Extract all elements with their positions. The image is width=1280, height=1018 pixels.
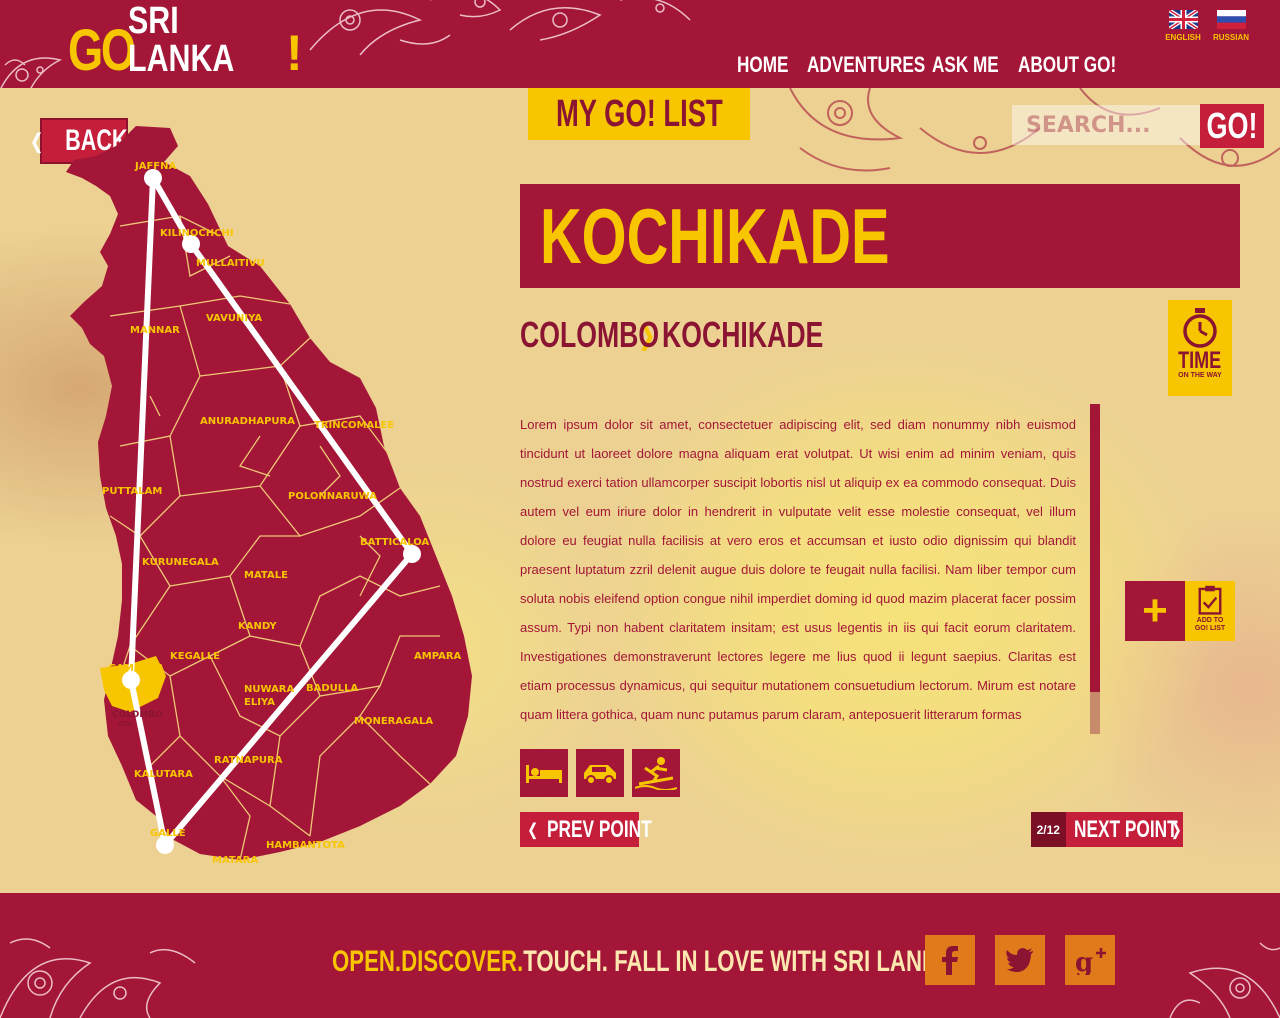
- nav-home[interactable]: HOME: [737, 52, 792, 78]
- region-label: GO!: [118, 720, 133, 728]
- region-label: RATNAPURA: [214, 755, 283, 766]
- add-list-label: ADD TO GO! LIST: [1194, 617, 1226, 632]
- language-switcher: ENGLISH RUSSIAN: [1165, 10, 1250, 42]
- nav-adventures[interactable]: ADVENTURES: [807, 52, 925, 78]
- search-button[interactable]: GO!: [1200, 104, 1264, 148]
- twitter-icon[interactable]: [995, 935, 1045, 985]
- time-label: TIME: [1178, 347, 1222, 374]
- region-label: NUWARA: [244, 684, 295, 695]
- my-go-list-button[interactable]: MY GO! LIST: [528, 88, 750, 140]
- breadcrumb: COLOMBO ❭ KOCHIKADE: [520, 314, 824, 356]
- main-nav: HOME ADVENTURES ASK ME ABOUT GO!: [737, 52, 1116, 78]
- clipboard-icon: [1198, 585, 1222, 615]
- region-label: AMPARA: [414, 651, 462, 662]
- region-label: MANNAR: [130, 325, 180, 336]
- region-label: GALLE: [150, 828, 186, 839]
- main-content: ❬ BACK JAFFNA KILINOCHCHI MULLAITIVU MAN…: [0, 88, 1280, 893]
- prev-point-label: PREV POINT: [547, 815, 653, 843]
- region-label: BADULLA: [306, 683, 359, 694]
- region-label: BATTICALOA: [360, 537, 430, 548]
- site-footer: OPEN. DISCOVER. TOUCH. FALL IN LOVE WITH…: [0, 893, 1280, 1018]
- description-scrollbar[interactable]: [1090, 404, 1100, 734]
- plus-icon: +: [1125, 581, 1185, 641]
- amenities: [520, 749, 680, 797]
- stopwatch-icon: [1183, 308, 1217, 348]
- sri-lanka-map[interactable]: JAFFNA KILINOCHCHI MULLAITIVU MANNAR VAV…: [60, 116, 480, 876]
- region-label: COLOMBO: [112, 710, 163, 720]
- region-label: HAMBANTOTA: [266, 840, 345, 851]
- place-description: Lorem ipsum dolor sit amet, consectetuer…: [520, 417, 1076, 722]
- lang-label: ENGLISH: [1165, 33, 1201, 42]
- region-label: KEGALLE: [170, 651, 220, 662]
- my-go-list-label: MY GO! LIST: [556, 92, 723, 135]
- site-header: GO SRI LANKA ! ENGLISH RUSSIAN HOME ADVE…: [0, 0, 1280, 88]
- chevron-left-icon: ❬: [28, 130, 46, 153]
- time-on-the-way-button[interactable]: TIME ON THE WAY: [1168, 300, 1232, 396]
- search-button-label: GO!: [1206, 105, 1258, 146]
- nav-about[interactable]: ABOUT GO!: [1018, 52, 1116, 78]
- lang-russian[interactable]: RUSSIAN: [1213, 10, 1250, 42]
- logo-name: SRI LANKA: [128, 0, 235, 80]
- region-label: ANURADHAPURA: [200, 416, 295, 427]
- next-point-label: NEXT POINT: [1073, 815, 1178, 843]
- region-label: MULLAITIVU: [196, 258, 265, 269]
- site-logo[interactable]: GO SRI LANKA !: [68, 2, 303, 83]
- google-plus-icon[interactable]: g: [1065, 935, 1115, 985]
- region-label: MATARA: [212, 855, 258, 866]
- region-label: PUTTALAM: [102, 486, 162, 497]
- svg-text:g: g: [1075, 948, 1093, 975]
- tagline-part: TOUCH. FALL IN LOVE WITH SRI LANKA: [523, 945, 955, 978]
- region-label: POLONNARUWA: [288, 491, 377, 502]
- chevron-left-icon: ❬: [526, 821, 540, 839]
- lang-english[interactable]: ENGLISH: [1165, 10, 1201, 42]
- region-label: KILINOCHCHI: [160, 228, 234, 239]
- add-to-go-list-button[interactable]: + ADD TO GO! LIST: [1125, 581, 1235, 641]
- surf-icon[interactable]: [632, 749, 680, 797]
- scrollbar-thumb[interactable]: [1090, 692, 1100, 734]
- car-icon[interactable]: [576, 749, 624, 797]
- next-point-button[interactable]: 2/12 NEXT POINT ❭: [1031, 812, 1183, 847]
- ornament-footer-right-icon: [1169, 942, 1280, 1018]
- prev-point-button[interactable]: ❬ PREV POINT: [520, 812, 652, 847]
- region-label: MATALE: [244, 570, 288, 581]
- region-label: TRINCOMALEE: [314, 420, 394, 431]
- breadcrumb-current: KOCHIKADE: [661, 314, 824, 355]
- search-input[interactable]: [1012, 105, 1202, 145]
- region-label: KALUTARA: [134, 769, 193, 780]
- bed-icon[interactable]: [520, 749, 568, 797]
- region-label: GAMPAHA: [108, 663, 164, 674]
- logo-exclaim: !: [286, 25, 303, 81]
- facebook-icon[interactable]: [925, 935, 975, 985]
- breadcrumb-parent[interactable]: COLOMBO: [520, 314, 659, 356]
- russia-flag-icon: [1216, 10, 1246, 29]
- nav-ask-me[interactable]: ASK ME: [932, 52, 999, 78]
- footer-tagline: OPEN. DISCOVER. TOUCH. FALL IN LOVE WITH…: [332, 945, 954, 979]
- place-title-box: KOCHIKADE: [520, 184, 1240, 288]
- ornament-top-icon: [309, 0, 691, 56]
- ornament-footer-left-icon: [0, 938, 196, 1018]
- region-label: KANDY: [238, 621, 277, 632]
- region-label: KURUNEGALA: [142, 557, 219, 568]
- logo-go: GO: [68, 18, 136, 83]
- region-label: VAVUNIYA: [206, 313, 262, 324]
- region-label: JAFFNA: [134, 161, 176, 172]
- tagline-part: DISCOVER.: [401, 945, 524, 978]
- uk-flag-icon: [1168, 10, 1198, 29]
- place-title: KOCHIKADE: [540, 191, 890, 280]
- region-label: MONERAGALA: [354, 716, 433, 727]
- lang-label: RUSSIAN: [1213, 33, 1250, 42]
- ornament-left-icon: [0, 57, 63, 88]
- tagline-part: OPEN.: [332, 945, 402, 978]
- region-label: ELIYA: [244, 697, 275, 708]
- add-list-panel: ADD TO GO! LIST: [1185, 581, 1235, 641]
- point-counter: 2/12: [1031, 812, 1066, 847]
